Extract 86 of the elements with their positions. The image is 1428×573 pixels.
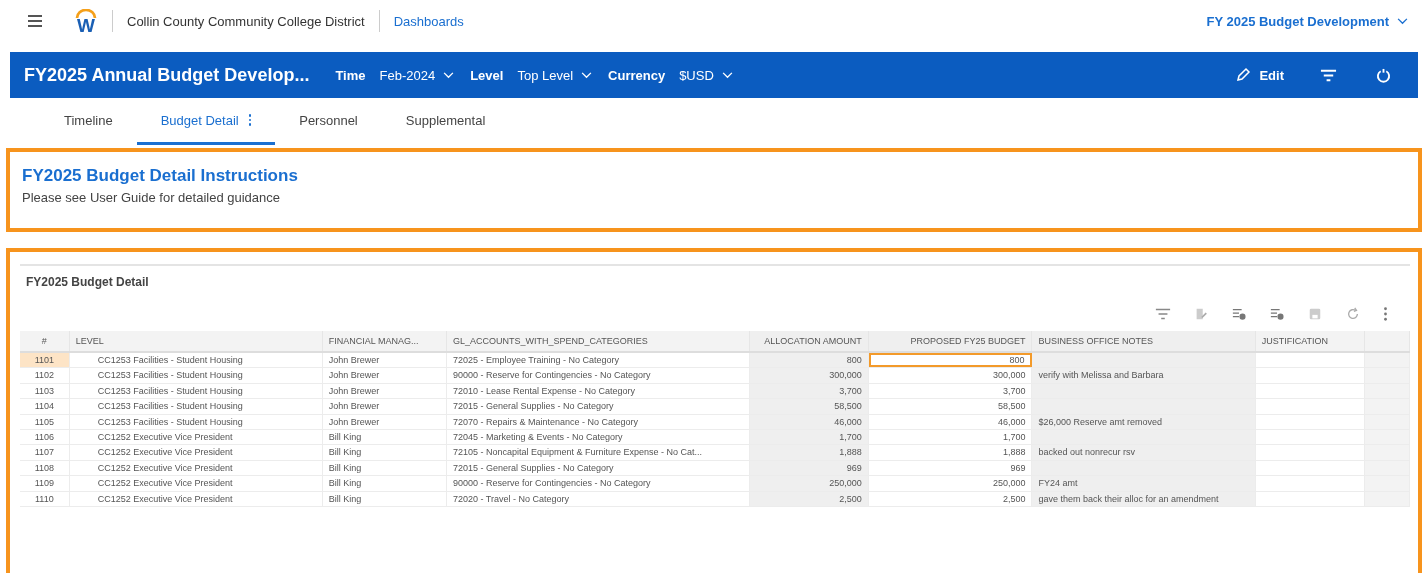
row-number: 1108 <box>20 460 70 476</box>
tab[interactable]: Supplemental <box>381 98 510 145</box>
column-header[interactable]: LEVEL <box>69 331 323 351</box>
instructions-text: Please see User Guide for detailed guidance <box>22 190 281 205</box>
filter-label: Time <box>335 67 366 83</box>
table-cell: 72070 - Repairs & Maintenance - No Category <box>446 414 750 429</box>
table-cell: verify with Melissa and Barbara <box>1032 368 1256 383</box>
dashboard-title: FY2025 Annual Budget Develop... <box>24 64 310 86</box>
table-cell: John Brewer <box>322 383 447 399</box>
table-cell: 72015 - General Supplies - No Category <box>446 460 750 476</box>
menu-icon[interactable] <box>28 15 42 27</box>
tab[interactable]: Timeline <box>40 98 137 145</box>
table-cell: CC1253 Facilities - Student Housing <box>69 383 323 399</box>
column-header[interactable]: GL_ACCOUNTS_WITH_SPEND_CATEGORIES <box>446 331 750 351</box>
table-cell: CC1253 Facilities - Student Housing <box>69 399 323 414</box>
chevron-down-icon <box>443 71 455 79</box>
row-number: 1106 <box>20 429 70 445</box>
table-cell: 72045 - Marketing & Events - No Category <box>446 429 750 445</box>
filter-label: Currency <box>608 67 666 83</box>
column-header[interactable]: PROPOSED FY25 BUDGET <box>868 331 1033 351</box>
row-number: 1110 <box>20 491 70 506</box>
row-number: 1102 <box>20 368 70 383</box>
table-cell: 72015 - General Supplies - No Category <box>446 399 750 414</box>
column-header[interactable]: BUSINESS OFFICE NOTES <box>1032 331 1256 351</box>
table-cell: 90000 - Reserve for Contingencies - No Category <box>446 368 750 383</box>
remove-row-icon[interactable] <box>1269 307 1285 321</box>
edit-button[interactable]: Edit <box>1235 67 1284 83</box>
table-cell: Bill King <box>322 460 447 476</box>
table-cell: CC1253 Facilities - Student Housing <box>69 353 323 368</box>
table-cell: Bill King <box>322 476 447 491</box>
dashboards-link[interactable]: Dashboards <box>393 13 464 29</box>
filter-dropdown[interactable]: Top Level <box>517 67 593 83</box>
table-cell: CC1252 Executive Vice President <box>69 460 323 476</box>
row-number: 1105 <box>20 414 70 429</box>
chevron-down-icon <box>581 71 593 79</box>
filter-icon[interactable] <box>1155 307 1171 321</box>
filter-dropdown[interactable]: $USD <box>679 67 733 83</box>
filter-icon[interactable] <box>1320 67 1337 83</box>
table-cell: John Brewer <box>322 368 447 383</box>
table-cell: backed out nonrecur rsv <box>1032 445 1256 460</box>
table-cell: 800 <box>868 353 1033 368</box>
row-number: 1101 <box>20 353 70 368</box>
table-cell: CC1252 Executive Vice President <box>69 445 323 460</box>
chevron-down-icon <box>1397 17 1408 25</box>
filter-label: Level <box>470 67 504 83</box>
table-cell: CC1253 Facilities - Student Housing <box>69 368 323 383</box>
table-cell: Bill King <box>322 445 447 460</box>
chevron-down-icon <box>721 71 733 79</box>
pencil-icon <box>1235 67 1252 83</box>
column-header[interactable]: FINANCIAL MANAG... <box>322 331 447 351</box>
table-cell: CC1252 Executive Vice President <box>69 491 323 506</box>
organization-name: Collin County Community College District <box>127 13 365 29</box>
row-number: 1109 <box>20 476 70 491</box>
row-number: 1103 <box>20 383 70 399</box>
table-cell: 300,000 <box>749 368 869 383</box>
logo: W <box>74 8 98 34</box>
table-cell: CC1253 Facilities - Student Housing <box>69 414 323 429</box>
workspace-dropdown[interactable]: FY 2025 Budget Development <box>1206 13 1408 29</box>
row-number: 1107 <box>20 445 70 460</box>
column-header[interactable]: # <box>20 331 70 351</box>
table-cell: CC1252 Executive Vice President <box>69 429 323 445</box>
column-header[interactable]: ALLOCATION AMOUNT <box>749 331 869 351</box>
table-cell: 800 <box>749 353 869 368</box>
more-icon[interactable] <box>1383 307 1388 321</box>
filter-dropdown[interactable]: Feb-2024 <box>379 67 455 83</box>
row-number: 1104 <box>20 399 70 414</box>
table-cell: 58,500 <box>749 399 869 414</box>
table-cell: John Brewer <box>322 414 447 429</box>
table-cell: Bill King <box>322 491 447 506</box>
table-cell: 72105 - Noncapital Equipment & Furniture Expense - No Cat... <box>446 445 750 460</box>
add-row-icon[interactable] <box>1231 307 1247 321</box>
table-cell: 72020 - Travel - No Category <box>446 491 750 506</box>
table-cell: 90000 - Reserve for Contingencies - No Category <box>446 476 750 491</box>
instructions-title: FY2025 Budget Detail Instructions <box>22 166 299 186</box>
table-cell: 72010 - Lease Rental Expense - No Category <box>446 383 750 399</box>
table-cell: FY24 amt <box>1032 476 1256 491</box>
table-cell: 72025 - Employee Training - No Category <box>446 353 750 368</box>
table-cell: Bill King <box>322 429 447 445</box>
tab[interactable]: Budget Detail <box>136 98 276 145</box>
table-title: FY2025 Budget Detail <box>25 274 150 291</box>
table-cell: 1,888 <box>749 445 869 460</box>
table-cell: John Brewer <box>322 399 447 414</box>
table-cell: John Brewer <box>322 353 447 368</box>
tab[interactable]: Personnel <box>275 98 382 145</box>
table-cell: CC1252 Executive Vice President <box>69 476 323 491</box>
table-cell: 250,000 <box>749 476 869 491</box>
